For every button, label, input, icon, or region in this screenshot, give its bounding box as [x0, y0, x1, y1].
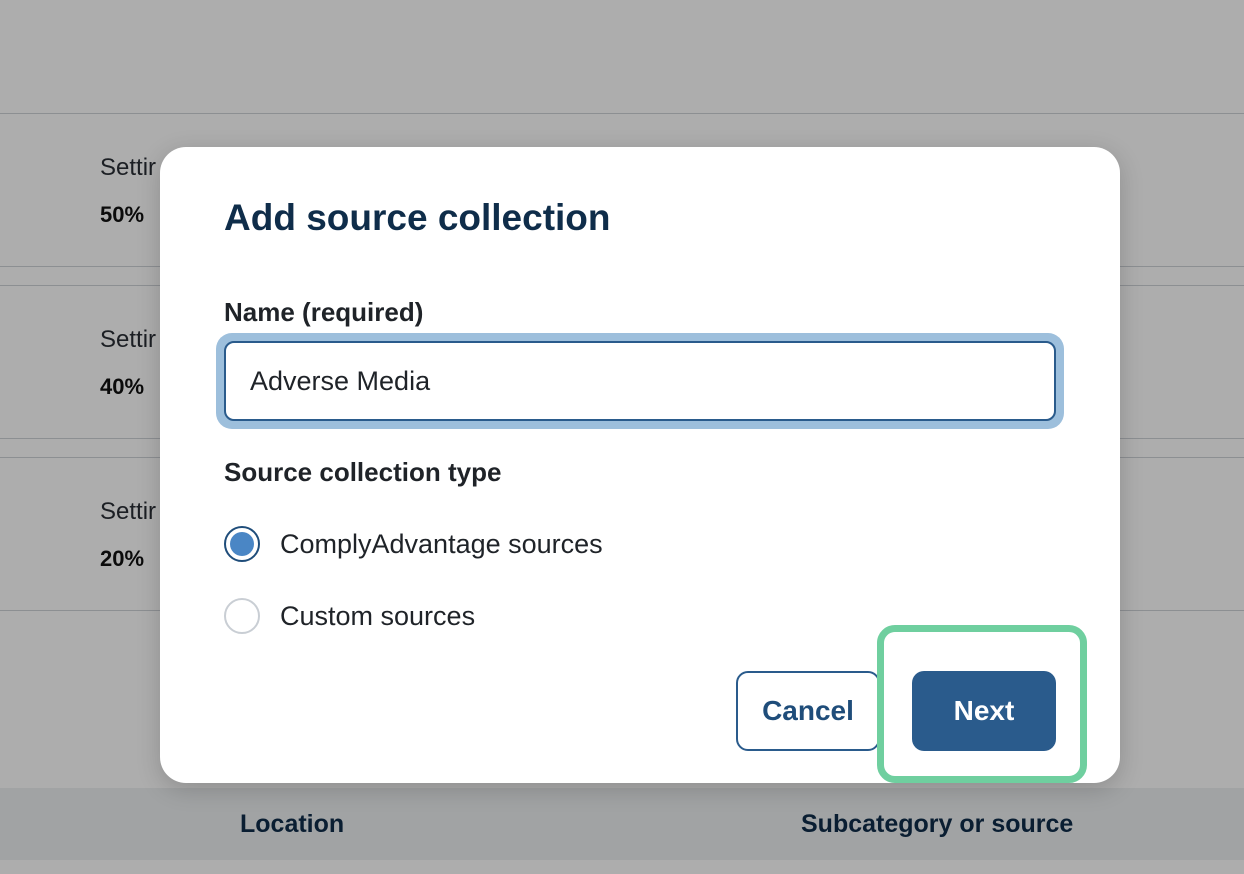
radio-custom-sources[interactable]: Custom sources — [224, 598, 475, 634]
source-type-label: Source collection type — [224, 457, 502, 487]
radio-complyadvantage-sources[interactable]: ComplyAdvantage sources — [224, 526, 603, 562]
cancel-button[interactable]: Cancel — [736, 671, 880, 751]
radio-label-custom: Custom sources — [280, 600, 476, 631]
name-field-label: Name (required) — [224, 297, 424, 327]
radio-button-selected[interactable] — [224, 526, 260, 562]
add-source-collection-dialog: Add source collection Name (required) So… — [160, 147, 1120, 783]
radio-dot — [230, 532, 254, 556]
radio-button-unselected[interactable] — [224, 598, 260, 634]
next-button[interactable]: Next — [912, 671, 1056, 751]
dialog-title: Add source collection — [224, 197, 611, 238]
radio-label-complyadvantage: ComplyAdvantage sources — [280, 528, 603, 559]
name-input[interactable] — [224, 341, 1056, 421]
